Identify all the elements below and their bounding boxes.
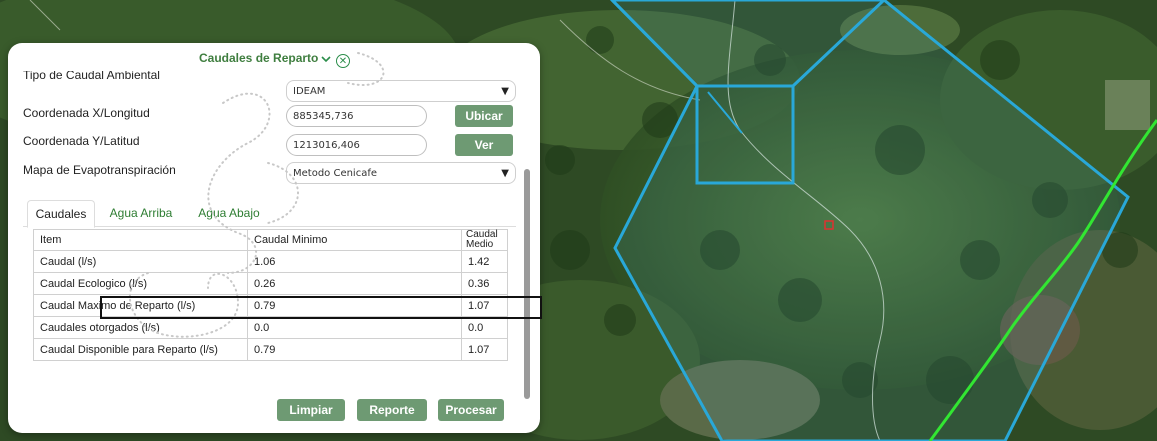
caudal-ambiental-select[interactable]: IDEAM ▼ — [286, 80, 516, 102]
evapo-value: Metodo Cenicafe — [293, 168, 378, 179]
caudales-table: Item Caudal Minimo Caudal Medio Caudal (… — [33, 229, 508, 361]
cell-item: Caudal Ecologico (l/s) — [33, 272, 248, 295]
table-row: Caudal Disponible para Reparto (l/s) 0.7… — [33, 338, 508, 361]
limpiar-button[interactable]: Limpiar — [277, 399, 345, 421]
cell-medio: 1.42 — [461, 250, 508, 273]
cell-minimo: 1.06 — [247, 250, 462, 273]
reporte-button[interactable]: Reporte — [357, 399, 427, 421]
header-item: Item — [33, 229, 248, 251]
caudales-panel: Caudales de Reparto ✕ Tipo de Caudal Amb… — [8, 43, 540, 433]
cell-item: Caudal (l/s) — [33, 250, 248, 273]
evapo-select[interactable]: Metodo Cenicafe ▼ — [286, 162, 516, 184]
cell-medio: 0.0 — [461, 316, 508, 339]
table-row: Caudal (l/s) 1.06 1.42 — [33, 250, 508, 273]
coord-x-input[interactable]: 885345,736 — [286, 105, 427, 127]
tabs: Caudales Agua Arriba Agua Abajo — [23, 200, 516, 228]
tab-agua-abajo[interactable]: Agua Abajo — [189, 200, 269, 226]
tab-agua-arriba[interactable]: Agua Arriba — [101, 200, 181, 226]
scrollbar[interactable] — [524, 169, 530, 399]
header-caudal-medio: Caudal Medio — [461, 229, 508, 251]
cell-minimo: 0.79 — [247, 338, 462, 361]
coord-y-input[interactable]: 1213016,406 — [286, 134, 427, 156]
cell-medio: 0.36 — [461, 272, 508, 295]
cell-item: Caudales otorgados (l/s) — [33, 316, 248, 339]
cell-minimo: 0.26 — [247, 272, 462, 295]
coord-y-label: Coordenada Y/Latitud — [23, 134, 140, 148]
table-header: Item Caudal Minimo Caudal Medio — [33, 229, 508, 251]
cell-minimo: 0.0 — [247, 316, 462, 339]
tab-caudales[interactable]: Caudales — [27, 200, 95, 228]
chevron-down-icon[interactable] — [320, 53, 332, 65]
ver-button[interactable]: Ver — [455, 134, 513, 156]
table-row: Caudales otorgados (l/s) 0.0 0.0 — [33, 316, 508, 339]
cell-medio: 1.07 — [461, 338, 508, 361]
selection-highlight-box — [100, 296, 542, 319]
cell-item: Caudal Disponible para Reparto (l/s) — [33, 338, 248, 361]
coord-x-label: Coordenada X/Longitud — [23, 106, 150, 120]
panel-title: Caudales de Reparto — [199, 51, 319, 65]
ubicar-button[interactable]: Ubicar — [455, 105, 513, 127]
close-icon[interactable]: ✕ — [336, 54, 350, 68]
procesar-button[interactable]: Procesar — [438, 399, 504, 421]
header-caudal-minimo: Caudal Minimo — [247, 229, 462, 251]
evapo-label: Mapa de Evapotranspiración — [23, 163, 176, 177]
chevron-down-icon: ▼ — [501, 86, 509, 97]
caudal-ambiental-label: Tipo de Caudal Ambiental — [23, 71, 160, 82]
chevron-down-icon: ▼ — [501, 168, 509, 179]
caudal-ambiental-value: IDEAM — [293, 86, 326, 97]
table-row: Caudal Ecologico (l/s) 0.26 0.36 — [33, 272, 508, 295]
